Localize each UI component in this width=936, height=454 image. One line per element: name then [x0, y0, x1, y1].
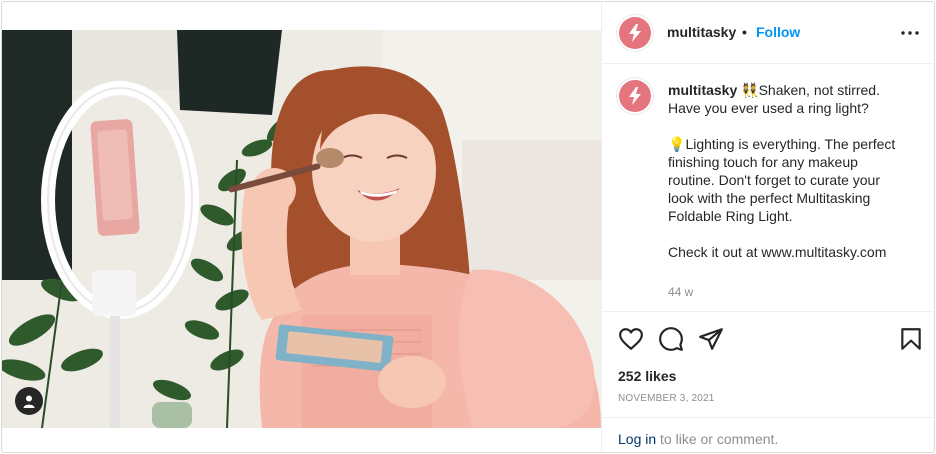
- avatar[interactable]: [619, 17, 651, 49]
- dancers-emoji: 👯: [741, 82, 759, 98]
- lightning-bolt-icon: [629, 24, 641, 42]
- share-icon: [699, 328, 723, 350]
- more-options-button[interactable]: [899, 24, 921, 42]
- bookmark-icon: [901, 328, 921, 350]
- comment-button[interactable]: [658, 326, 684, 352]
- post-header: multitasky • Follow: [602, 2, 934, 64]
- post-author-username[interactable]: multitasky: [667, 24, 736, 40]
- instagram-post: multitasky • Follow multitasky 👯Shaken, …: [1, 1, 935, 453]
- photo-illustration: [2, 30, 601, 428]
- comment-timestamp[interactable]: 44 w: [668, 285, 693, 299]
- lightbulb-emoji: 💡: [668, 136, 686, 152]
- caption-username[interactable]: multitasky: [668, 82, 737, 98]
- caption-avatar[interactable]: [619, 80, 651, 112]
- share-button[interactable]: [698, 326, 724, 352]
- post-photo[interactable]: [2, 30, 601, 428]
- user-tags-button[interactable]: [15, 387, 43, 415]
- login-link[interactable]: Log in: [618, 431, 656, 447]
- like-button[interactable]: [618, 326, 644, 352]
- save-button[interactable]: [898, 326, 924, 352]
- caption-line-3: Check it out at www.multitasky.com: [668, 244, 887, 260]
- separator-dot: •: [742, 24, 747, 40]
- comments-section: multitasky 👯Shaken, not stirred. Have yo…: [602, 64, 934, 312]
- action-bar: [602, 312, 934, 364]
- post-caption: multitasky 👯Shaken, not stirred. Have yo…: [668, 81, 900, 261]
- login-prompt-text: to like or comment.: [656, 431, 779, 447]
- login-footer: Log in to like or comment.: [602, 417, 934, 452]
- post-details-panel: multitasky • Follow multitasky 👯Shaken, …: [601, 2, 934, 452]
- caption-line-2: Lighting is everything. The perfect fini…: [668, 136, 896, 224]
- post-date[interactable]: NOVEMBER 3, 2021: [618, 393, 715, 404]
- comment-icon: [659, 327, 683, 351]
- follow-button[interactable]: Follow: [756, 24, 800, 40]
- likes-count[interactable]: 252 likes: [618, 368, 676, 384]
- user-tag-icon: [23, 395, 35, 408]
- login-prompt: Log in to like or comment.: [618, 431, 778, 447]
- more-options-icon: [901, 31, 919, 35]
- heart-icon: [619, 328, 643, 350]
- lightning-bolt-icon: [629, 87, 641, 105]
